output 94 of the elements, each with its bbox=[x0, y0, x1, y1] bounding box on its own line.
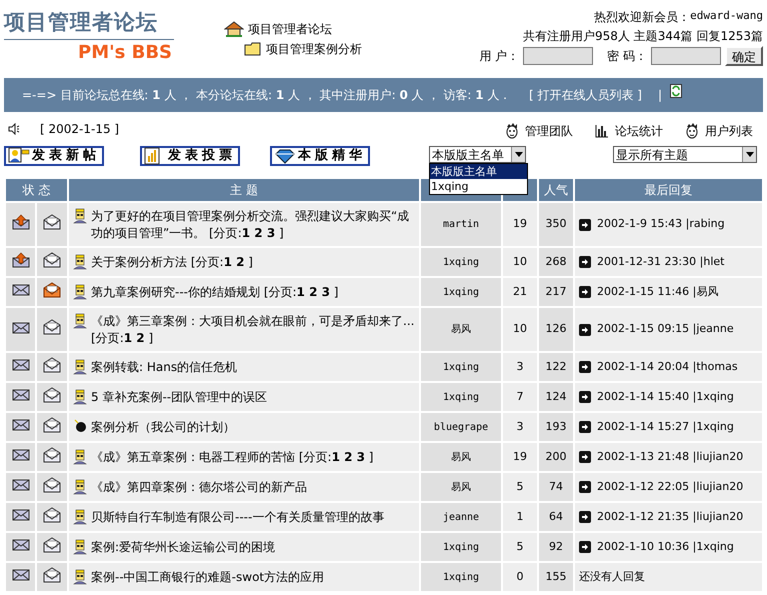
column-header: 状 态 bbox=[22, 182, 52, 199]
view-count-cell: 126 bbox=[539, 308, 574, 351]
reply-count-cell: 3 bbox=[503, 413, 538, 441]
last-reply-text: 2002-1-12 21:35 |liujian20 bbox=[597, 508, 744, 525]
reply-count-cell: 19 bbox=[503, 203, 538, 246]
last-reply-text: 2002-1-14 20:04 |thomas bbox=[597, 358, 738, 375]
author-cell: 1xqing bbox=[421, 278, 502, 306]
new-member-name: edward-wang bbox=[690, 8, 763, 24]
view-count-cell: 268 bbox=[539, 248, 574, 276]
view-count-cell: 64 bbox=[539, 503, 574, 531]
caret-icon bbox=[746, 152, 754, 157]
dropdown-value: 本版版主名单 bbox=[432, 146, 505, 164]
reply-count-cell: 7 bbox=[503, 383, 538, 411]
author-cell: 1xqing bbox=[421, 533, 502, 561]
forum-logo-title: 项目管理者论坛 bbox=[4, 9, 159, 36]
author-cell: martin bbox=[421, 203, 502, 246]
author-cell: 1xqing bbox=[421, 248, 502, 276]
action-button[interactable]: 本版精华 bbox=[270, 146, 370, 166]
last-reply-text: 2002-1-9 15:43 |rabing bbox=[597, 216, 725, 232]
reply-count-cell: 5 bbox=[503, 533, 538, 561]
last-reply-text: 2002-1-12 22:05 |liujian20 bbox=[597, 478, 744, 495]
last-reply-text: 2002-1-14 15:40 |1xqing bbox=[597, 388, 734, 405]
reply-count-cell: 5 bbox=[503, 473, 538, 501]
author-cell: 易风 bbox=[421, 443, 502, 471]
view-count-cell: 200 bbox=[539, 443, 574, 471]
last-reply-text: 2002-1-15 11:46 |易风 bbox=[597, 284, 718, 300]
arrow-right-icon bbox=[579, 286, 592, 298]
username-field[interactable] bbox=[523, 47, 594, 65]
view-count-cell: 350 bbox=[539, 203, 574, 246]
arrow-right-icon bbox=[579, 218, 592, 230]
column-header: 主 题 bbox=[229, 182, 259, 199]
arrow-right-icon bbox=[579, 324, 592, 336]
author-cell: jeanne bbox=[421, 503, 502, 531]
view-count-cell: 92 bbox=[539, 533, 574, 561]
last-reply-text: 2002-1-10 10:36 |1xqing bbox=[597, 538, 734, 555]
reply-count-cell: 19 bbox=[503, 443, 538, 471]
view-count-cell: 193 bbox=[539, 413, 574, 441]
view-count-cell: 122 bbox=[539, 353, 574, 381]
arrow-right-icon bbox=[579, 481, 592, 493]
forum-stats: 共有注册用户958人 主题344篇 回复1253篇 bbox=[523, 28, 763, 45]
arrow-right-icon bbox=[579, 421, 592, 433]
separator-text: | bbox=[658, 87, 662, 104]
arrow-right-icon bbox=[579, 256, 592, 268]
arrow-right-icon bbox=[579, 511, 592, 523]
author-cell: bluegrape bbox=[421, 413, 502, 441]
arrow-right-icon bbox=[579, 541, 592, 553]
view-count-cell: 74 bbox=[539, 473, 574, 501]
topic-filter-dropdown[interactable]: 显示所有主题 bbox=[613, 146, 757, 163]
author-cell: 1xqing bbox=[421, 383, 502, 411]
breadcrumb-link[interactable]: 项目管理案例分析 bbox=[266, 40, 362, 58]
last-reply-text: 2001-12-31 23:30 |hlet bbox=[597, 254, 724, 270]
refresh-icon[interactable] bbox=[670, 84, 682, 98]
reply-count-cell: 0 bbox=[503, 563, 538, 591]
last-reply-text: 2002-1-13 21:48 |liujian20 bbox=[597, 448, 744, 465]
password-field[interactable] bbox=[651, 47, 721, 65]
action-button[interactable]: 发表投票 bbox=[140, 146, 240, 166]
top-nav-link[interactable]: 用户列表 bbox=[705, 122, 753, 140]
author-cell: 1xqing bbox=[421, 353, 502, 381]
arrow-right-icon bbox=[579, 391, 592, 403]
last-reply-text: 2002-1-14 15:27 |1xqing bbox=[597, 418, 734, 435]
forum-logo-subtitle: PM's BBS bbox=[78, 43, 173, 63]
welcome-label: 热烈欢迎新会员： bbox=[594, 9, 690, 26]
reply-count-cell: 10 bbox=[503, 308, 538, 351]
top-nav-link[interactable]: 论坛统计 bbox=[615, 122, 663, 140]
online-stats-text: =-=> 目前论坛总在线: 1 人 ， 本分论坛在线: 1 人 ， 其中注册用户: 0 人 ， 访客: 1 人 . bbox=[22, 87, 507, 104]
action-button[interactable]: 发表新帖 bbox=[4, 146, 104, 166]
reply-count-cell: 3 bbox=[503, 353, 538, 381]
reply-count-cell: 21 bbox=[503, 278, 538, 306]
moderator-dropdown[interactable]: 本版版主名单 bbox=[429, 146, 526, 163]
column-header: 人气 bbox=[543, 182, 570, 199]
arrow-right-icon bbox=[579, 361, 592, 373]
breadcrumb-link[interactable]: 项目管理者论坛 bbox=[248, 20, 332, 38]
dropdown-option[interactable]: 本版版主名单 bbox=[430, 164, 527, 179]
column-header: 最后回复 bbox=[644, 182, 694, 199]
speaker-icon[interactable] bbox=[8, 123, 20, 135]
author-cell: 易风 bbox=[421, 473, 502, 501]
confirm-button[interactable]: 确定 bbox=[725, 46, 763, 66]
user-label: 用 户： bbox=[479, 48, 520, 65]
last-reply-text: 还没有人回复 bbox=[579, 568, 646, 585]
arrow-right-icon bbox=[579, 451, 592, 463]
reply-count-cell: 1 bbox=[503, 503, 538, 531]
reply-count-cell: 10 bbox=[503, 248, 538, 276]
view-count-cell: 155 bbox=[539, 563, 574, 591]
password-label: 密 码： bbox=[607, 48, 647, 65]
last-reply-text: 2002-1-15 09:15 |jeanne bbox=[597, 321, 734, 338]
current-date: [ 2002-1-15 ] bbox=[40, 121, 120, 138]
author-cell: 1xqing bbox=[421, 563, 502, 591]
view-count-cell: 124 bbox=[539, 383, 574, 411]
view-count-cell: 217 bbox=[539, 278, 574, 306]
dropdown-value: 显示所有主题 bbox=[616, 146, 688, 164]
author-cell: 易风 bbox=[421, 308, 502, 351]
caret-icon bbox=[514, 152, 523, 157]
top-nav-link[interactable]: 管理团队 bbox=[525, 122, 573, 140]
online-list-link[interactable]: [ 打开在线人员列表 ] bbox=[529, 86, 642, 104]
